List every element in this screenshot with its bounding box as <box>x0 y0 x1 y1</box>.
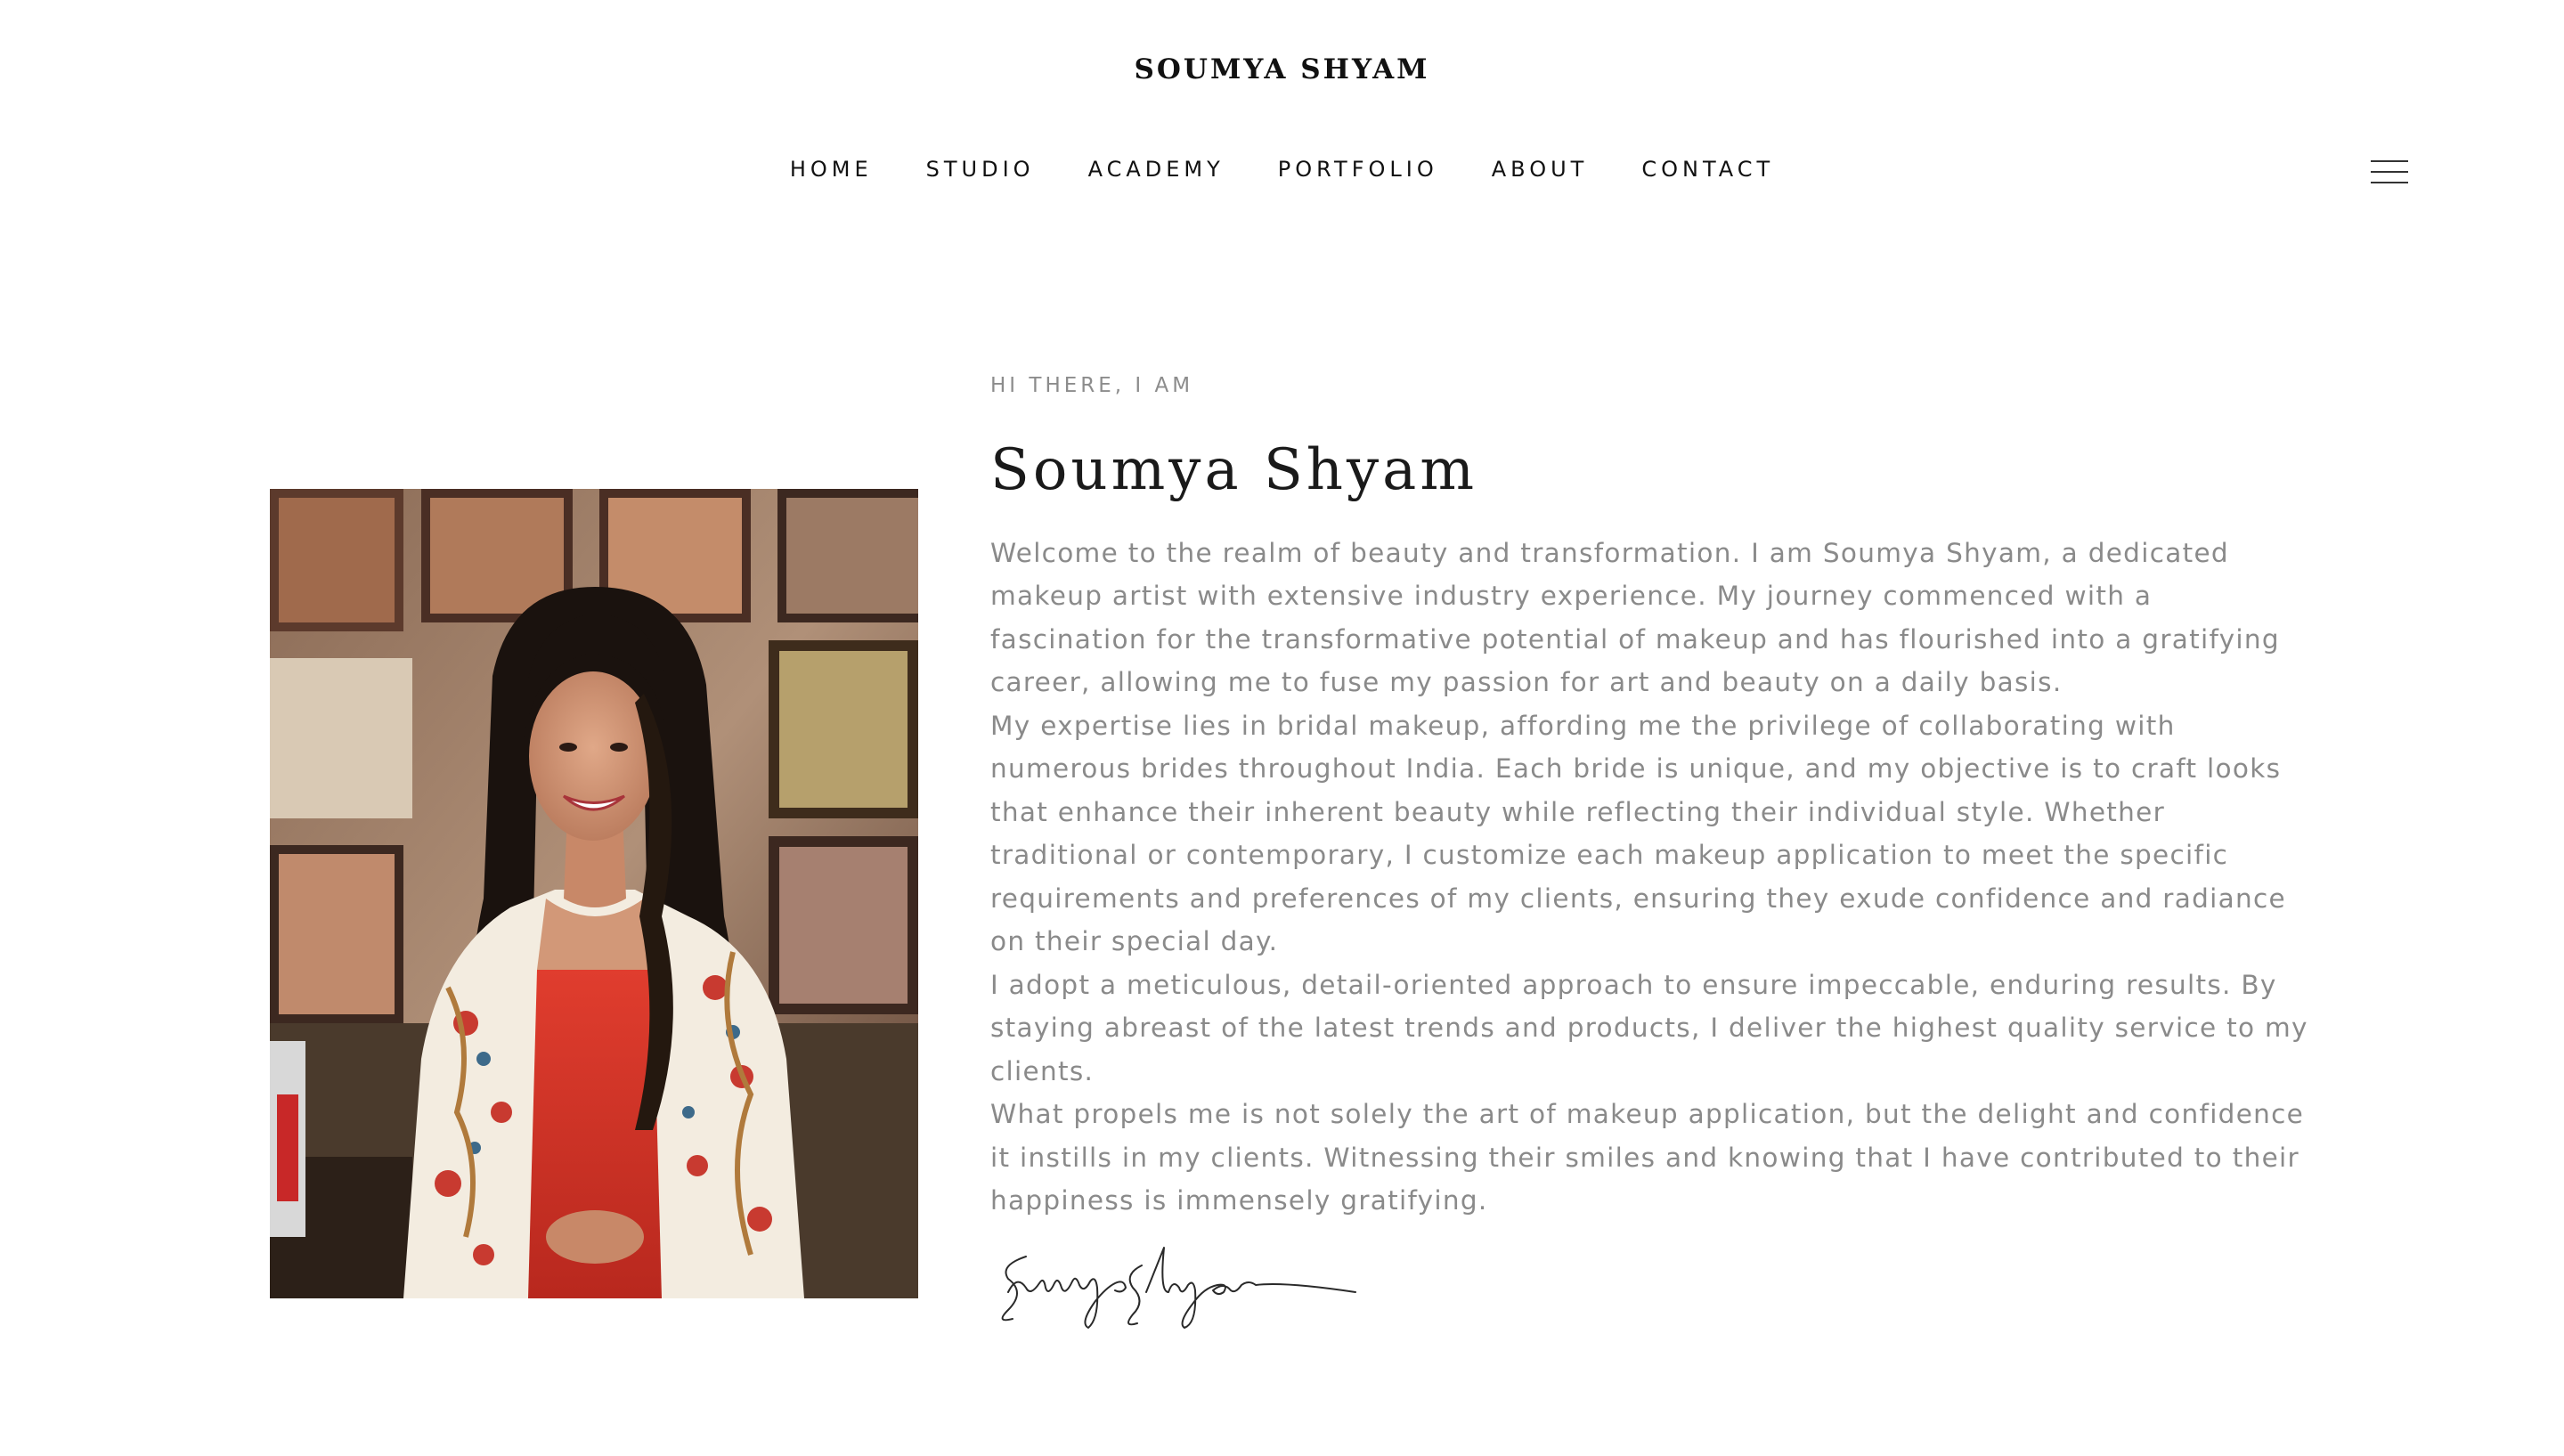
nav-home[interactable]: HOME <box>790 157 873 182</box>
about-section: HI THERE, I AM Soumya Shyam Welcome to t… <box>990 374 2317 1340</box>
bio-paragraph-1: Welcome to the realm of beauty and trans… <box>990 537 2280 698</box>
site-logo[interactable]: SOUMYA SHYAM <box>0 53 2564 85</box>
portrait-image <box>270 489 918 1298</box>
nav-studio[interactable]: STUDIO <box>926 157 1035 182</box>
bio-paragraph-4: What propels me is not solely the art of… <box>990 1099 2305 1216</box>
bio-paragraph-2: My expertise lies in bridal makeup, affo… <box>990 710 2286 957</box>
bio-paragraph-3: I adopt a meticulous, detail-oriented ap… <box>990 969 2308 1086</box>
portrait-illustration <box>270 489 918 1298</box>
hamburger-menu-icon[interactable] <box>2371 160 2408 183</box>
nav-portfolio[interactable]: PORTFOLIO <box>1278 157 1438 182</box>
main-nav: HOME STUDIO ACADEMY PORTFOLIO ABOUT CONT… <box>0 157 2564 182</box>
bio-text: Welcome to the realm of beauty and trans… <box>990 532 2317 1223</box>
page-title: Soumya Shyam <box>990 437 1477 503</box>
signature-image <box>1001 1246 1356 1329</box>
nav-contact[interactable]: CONTACT <box>1641 157 1774 182</box>
nav-academy[interactable]: ACADEMY <box>1088 157 1225 182</box>
intro-eyebrow: HI THERE, I AM <box>990 374 1194 397</box>
nav-about[interactable]: ABOUT <box>1492 157 1589 182</box>
